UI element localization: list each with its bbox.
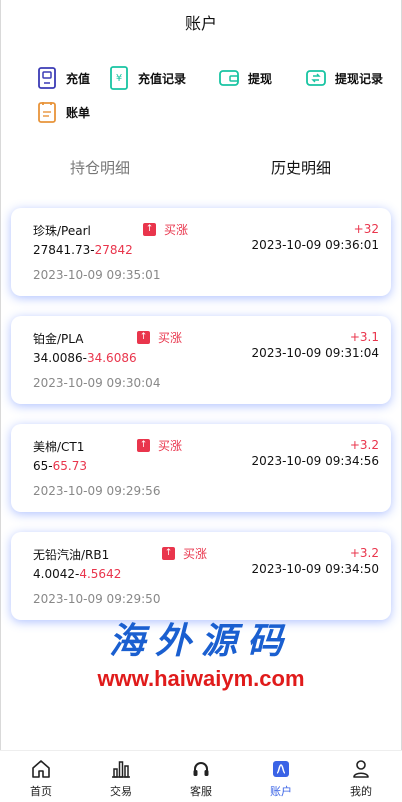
direction-tag: ↑ 买涨 [137, 329, 182, 346]
order-card[interactable]: 铂金/PLA ↑ 买涨 +3.1 34.0086-34.6086 2023-10… [11, 316, 391, 404]
arrow-up-icon: ↑ [162, 547, 175, 560]
page-header: 账户 [0, 0, 402, 44]
tab-history[interactable]: 历史明细 [201, 150, 401, 186]
open-time: 2023-10-09 09:29:56 [33, 484, 161, 498]
tab-home[interactable]: 首页 [11, 759, 71, 799]
watermark-brand: 海外源码 [108, 620, 293, 662]
arrow-up-icon: ↑ [137, 331, 150, 344]
detail-tabs: 持仓明细 历史明细 [0, 150, 402, 186]
tab-trade[interactable]: 交易 [91, 759, 151, 799]
close-time: 2023-10-09 09:31:04 [251, 346, 379, 360]
chart-icon [91, 759, 151, 779]
recharge-record-button[interactable]: ¥ 充值记录 [108, 64, 186, 92]
order-prices: 27841.73-27842 [33, 243, 133, 257]
tab-account[interactable]: 账户 [251, 759, 311, 799]
tab-holdings[interactable]: 持仓明细 [0, 150, 200, 186]
user-icon [331, 759, 391, 779]
recharge-record-icon: ¥ [108, 66, 130, 90]
order-prices: 4.0042-4.5642 [33, 567, 122, 581]
withdraw-record-icon [305, 66, 327, 90]
bottom-tabbar: 首页 交易 客服 账户 我的 [0, 750, 402, 802]
withdraw-record-button[interactable]: 提现记录 [305, 64, 383, 92]
order-pair: 无铅汽油/RB1 [33, 548, 110, 562]
wallet-icon [218, 66, 240, 90]
order-card[interactable]: 无铅汽油/RB1 ↑ 买涨 +3.2 4.0042-4.5642 2023-10… [11, 532, 391, 620]
tab-service[interactable]: 客服 [171, 759, 231, 799]
direction-tag: ↑ 买涨 [137, 437, 182, 454]
direction-tag: ↑ 买涨 [143, 221, 188, 238]
withdraw-button[interactable]: 提现 [218, 64, 272, 92]
open-time: 2023-10-09 09:29:50 [33, 592, 161, 606]
arrow-up-icon: ↑ [137, 439, 150, 452]
arrow-up-icon: ↑ [143, 223, 156, 236]
close-time: 2023-10-09 09:34:50 [251, 562, 379, 576]
order-pair: 美棉/CT1 [33, 440, 85, 454]
bill-icon [36, 100, 58, 124]
open-time: 2023-10-09 09:35:01 [33, 268, 161, 282]
recharge-button[interactable]: 充值 [36, 64, 90, 92]
order-card[interactable]: 美棉/CT1 ↑ 买涨 +3.2 65-65.73 2023-10-09 09:… [11, 424, 391, 512]
order-prices: 65-65.73 [33, 459, 87, 473]
account-icon [251, 759, 311, 779]
direction-tag: ↑ 买涨 [162, 545, 207, 562]
order-profit: +32 [353, 222, 379, 236]
order-profit: +3.2 [349, 546, 379, 560]
order-card[interactable]: 珍珠/Pearl ↑ 买涨 +32 27841.73-27842 2023-10… [11, 208, 391, 296]
order-prices: 34.0086-34.6086 [33, 351, 137, 365]
order-pair: 珍珠/Pearl [33, 224, 91, 238]
watermark-url: www.haiwaiym.com [97, 666, 305, 691]
close-time: 2023-10-09 09:36:01 [251, 238, 379, 252]
tab-mine[interactable]: 我的 [331, 759, 391, 799]
home-icon [11, 759, 71, 779]
order-profit: +3.1 [349, 330, 379, 344]
headset-icon [171, 759, 231, 779]
open-time: 2023-10-09 09:30:04 [33, 376, 161, 390]
bill-button[interactable]: 账单 [36, 98, 90, 126]
svg-text:¥: ¥ [116, 73, 122, 84]
order-profit: +3.2 [349, 438, 379, 452]
page-title: 账户 [184, 14, 217, 33]
watermark: 海外源码 www.haiwaiym.com [0, 612, 402, 692]
recharge-icon [36, 66, 58, 90]
close-time: 2023-10-09 09:34:56 [251, 454, 379, 468]
order-pair: 铂金/PLA [33, 332, 84, 346]
